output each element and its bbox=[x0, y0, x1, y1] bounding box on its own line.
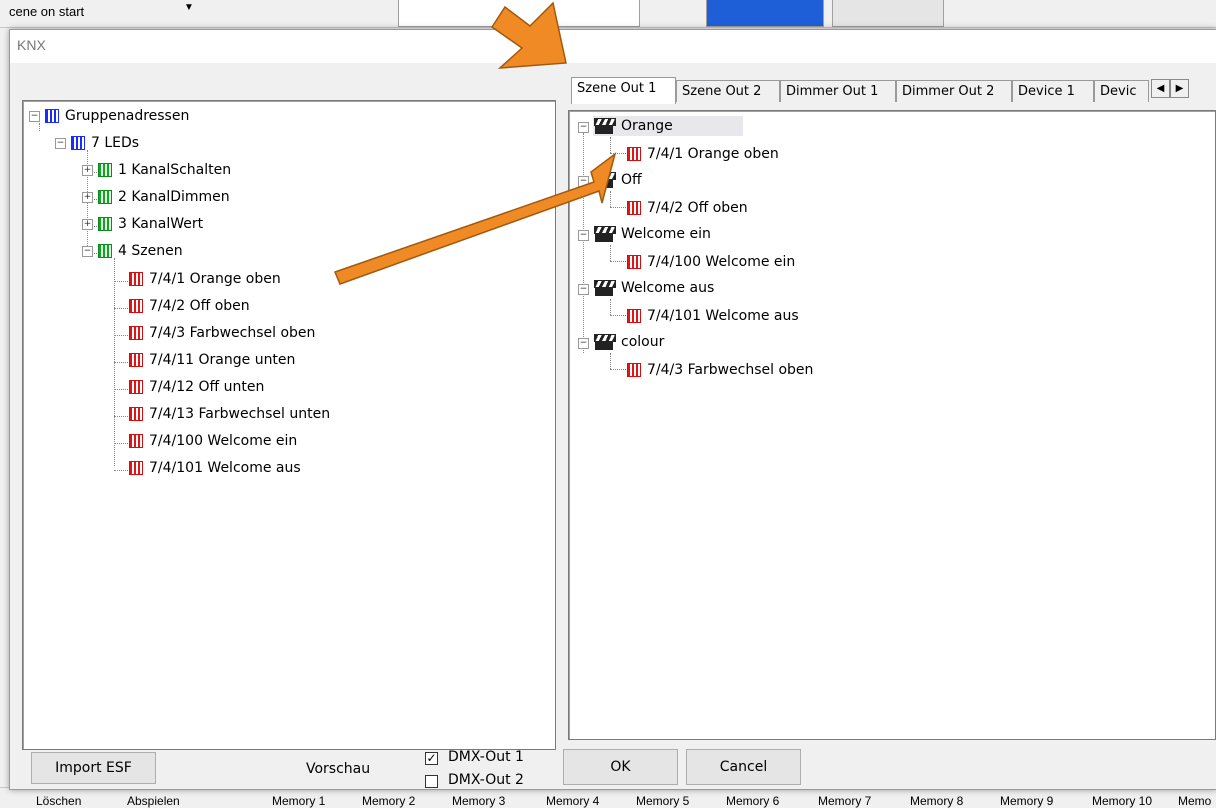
annotation-arrows bbox=[334, 1, 617, 285]
annotation-arrow-diagonal bbox=[334, 152, 617, 285]
tab-szene-out-1[interactable]: Szene Out 1 bbox=[571, 77, 676, 104]
annotation-arrow-down bbox=[490, 1, 567, 69]
